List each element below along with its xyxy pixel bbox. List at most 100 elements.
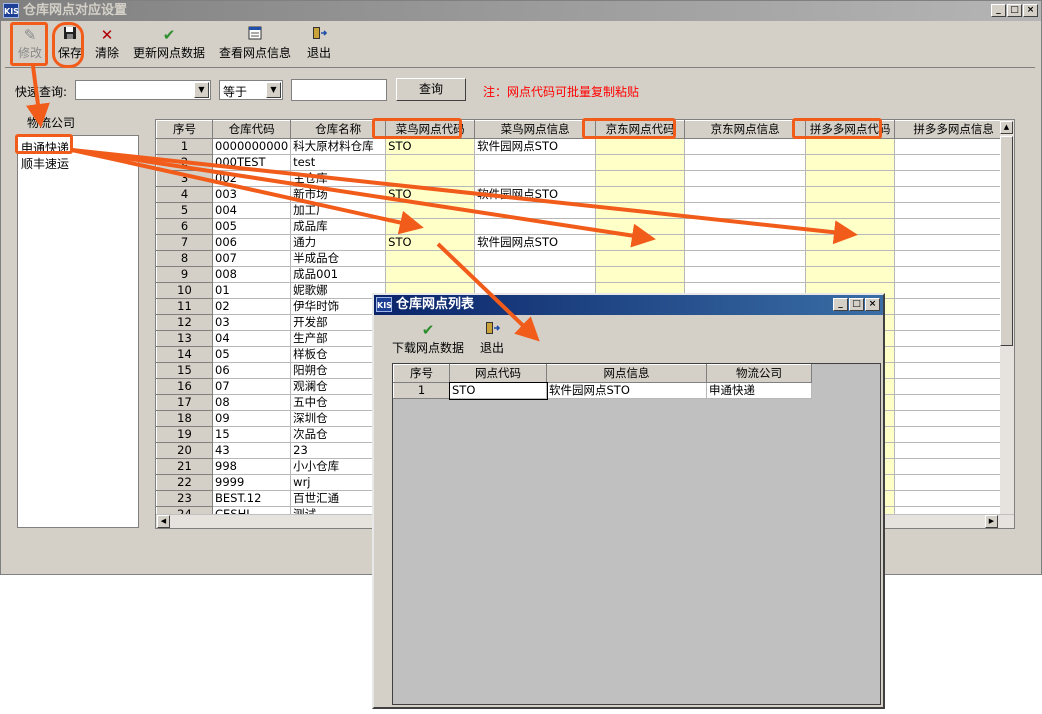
table-cell[interactable] — [595, 186, 686, 203]
table-cell[interactable]: STO — [385, 186, 476, 203]
table-cell[interactable] — [474, 218, 597, 235]
table-cell[interactable] — [894, 186, 1014, 203]
table-cell[interactable] — [805, 138, 896, 155]
table-cell[interactable] — [684, 234, 807, 251]
table-cell[interactable]: 软件园网点STO — [474, 186, 597, 203]
table-cell[interactable] — [894, 202, 1014, 219]
table-cell[interactable] — [894, 266, 1014, 283]
grid-column-header[interactable]: 拼多多网点代码 — [805, 120, 896, 139]
table-row[interactable]: 4 003 新市场 STO 软件园网点STO — [156, 186, 1014, 203]
grid-column-header[interactable]: 菜鸟网点代码 — [385, 120, 476, 139]
table-cell[interactable] — [894, 250, 1014, 267]
grid-column-header[interactable]: 菜鸟网点信息 — [474, 120, 597, 139]
dialog-column-header[interactable]: 网点代码 — [449, 364, 547, 383]
close-button[interactable]: × — [1023, 4, 1038, 17]
table-cell[interactable] — [684, 202, 807, 219]
table-cell[interactable] — [595, 170, 686, 187]
query-value-input[interactable] — [291, 79, 387, 101]
table-cell[interactable]: STO — [448, 381, 548, 400]
table-cell[interactable] — [894, 282, 1014, 299]
query-button[interactable]: 查询 — [396, 78, 466, 101]
table-cell[interactable] — [894, 154, 1014, 171]
query-field-select[interactable]: ▼ — [75, 80, 211, 100]
table-cell[interactable] — [684, 170, 807, 187]
table-cell[interactable] — [474, 170, 597, 187]
scroll-left-icon[interactable]: ◀ — [157, 515, 170, 528]
query-operator-select[interactable]: 等于 ▼ — [219, 80, 283, 100]
table-cell[interactable] — [894, 442, 1014, 459]
scroll-thumb[interactable] — [1000, 136, 1013, 346]
table-cell[interactable] — [595, 154, 686, 171]
table-cell[interactable] — [385, 170, 476, 187]
table-cell[interactable] — [385, 218, 476, 235]
table-cell[interactable] — [474, 202, 597, 219]
table-cell[interactable] — [894, 170, 1014, 187]
table-cell[interactable] — [805, 266, 896, 283]
dialog-close-button[interactable]: × — [865, 298, 880, 311]
table-cell[interactable] — [894, 378, 1014, 395]
table-cell[interactable] — [385, 250, 476, 267]
table-cell[interactable] — [684, 186, 807, 203]
table-row[interactable]: 2 000TEST test — [156, 154, 1014, 171]
table-cell[interactable] — [894, 474, 1014, 491]
table-cell[interactable] — [805, 154, 896, 171]
grid-column-header[interactable]: 仓库名称 — [290, 120, 387, 139]
table-cell[interactable]: STO — [385, 234, 476, 251]
table-cell[interactable] — [894, 138, 1014, 155]
table-cell[interactable] — [894, 426, 1014, 443]
dialog-column-header[interactable]: 网点信息 — [546, 364, 707, 383]
grid-column-header[interactable]: 序号 — [156, 120, 213, 139]
table-row[interactable]: 5 004 加工厂 — [156, 202, 1014, 219]
table-cell[interactable] — [805, 250, 896, 267]
table-cell[interactable] — [894, 410, 1014, 427]
table-cell[interactable] — [385, 202, 476, 219]
table-cell[interactable] — [385, 266, 476, 283]
table-cell[interactable] — [684, 154, 807, 171]
table-row[interactable]: 3 002 主仓库 — [156, 170, 1014, 187]
table-cell[interactable] — [684, 250, 807, 267]
logistics-item-sf[interactable]: 顺丰速运 — [21, 155, 69, 172]
table-cell[interactable] — [595, 202, 686, 219]
table-cell[interactable] — [684, 266, 807, 283]
table-cell[interactable] — [894, 330, 1014, 347]
view-outlet-info-button[interactable]: 查看网点信息 — [217, 26, 293, 61]
table-cell[interactable] — [894, 362, 1014, 379]
clear-button[interactable]: ✕ 清除 — [93, 26, 121, 61]
table-cell[interactable]: 申通快递 — [706, 382, 812, 399]
table-cell[interactable]: 软件园网点STO — [474, 138, 597, 155]
table-cell[interactable] — [894, 314, 1014, 331]
table-cell[interactable] — [474, 250, 597, 267]
table-row[interactable]: 7 006 通力 STO 软件园网点STO — [156, 234, 1014, 251]
grid-column-header[interactable]: 仓库代码 — [211, 120, 292, 139]
table-cell[interactable] — [894, 490, 1014, 507]
table-cell[interactable]: 软件园网点STO — [546, 382, 707, 399]
table-cell[interactable] — [474, 154, 597, 171]
table-cell[interactable] — [894, 234, 1014, 251]
save-button[interactable]: 保存 — [56, 26, 84, 61]
scroll-up-icon[interactable]: ▲ — [1000, 121, 1013, 134]
table-cell[interactable] — [805, 234, 896, 251]
table-cell[interactable] — [684, 218, 807, 235]
table-cell[interactable]: 1 — [393, 382, 450, 399]
table-cell[interactable] — [684, 138, 807, 155]
table-cell[interactable] — [595, 138, 686, 155]
logistics-item-sto[interactable]: 申通快递 — [21, 139, 69, 156]
table-row[interactable]: 6 005 成品库 — [156, 218, 1014, 235]
download-outlet-data-button[interactable]: ✔ 下载网点数据 — [390, 321, 466, 356]
grid-column-header[interactable]: 拼多多网点信息 — [894, 120, 1014, 139]
chevron-down-icon[interactable]: ▼ — [194, 82, 209, 98]
table-cell[interactable] — [805, 202, 896, 219]
grid-column-header[interactable]: 京东网点代码 — [595, 120, 686, 139]
maximize-button[interactable]: □ — [1007, 4, 1022, 17]
table-cell[interactable] — [595, 234, 686, 251]
table-row[interactable]: 9 008 成品001 — [156, 266, 1014, 283]
table-cell[interactable] — [805, 186, 896, 203]
grid-column-header[interactable]: 京东网点信息 — [684, 120, 807, 139]
table-row[interactable]: 1 STO 软件园网点STO 申通快递 — [393, 381, 812, 400]
table-row[interactable]: 1 0000000000 科大原材料仓库 STO 软件园网点STO — [156, 138, 1014, 155]
edit-button[interactable]: ✎ 修改 — [15, 26, 45, 61]
chevron-down-icon[interactable]: ▼ — [266, 82, 281, 98]
table-cell[interactable] — [474, 266, 597, 283]
table-cell[interactable] — [894, 394, 1014, 411]
scroll-right-icon[interactable]: ▶ — [985, 515, 998, 528]
